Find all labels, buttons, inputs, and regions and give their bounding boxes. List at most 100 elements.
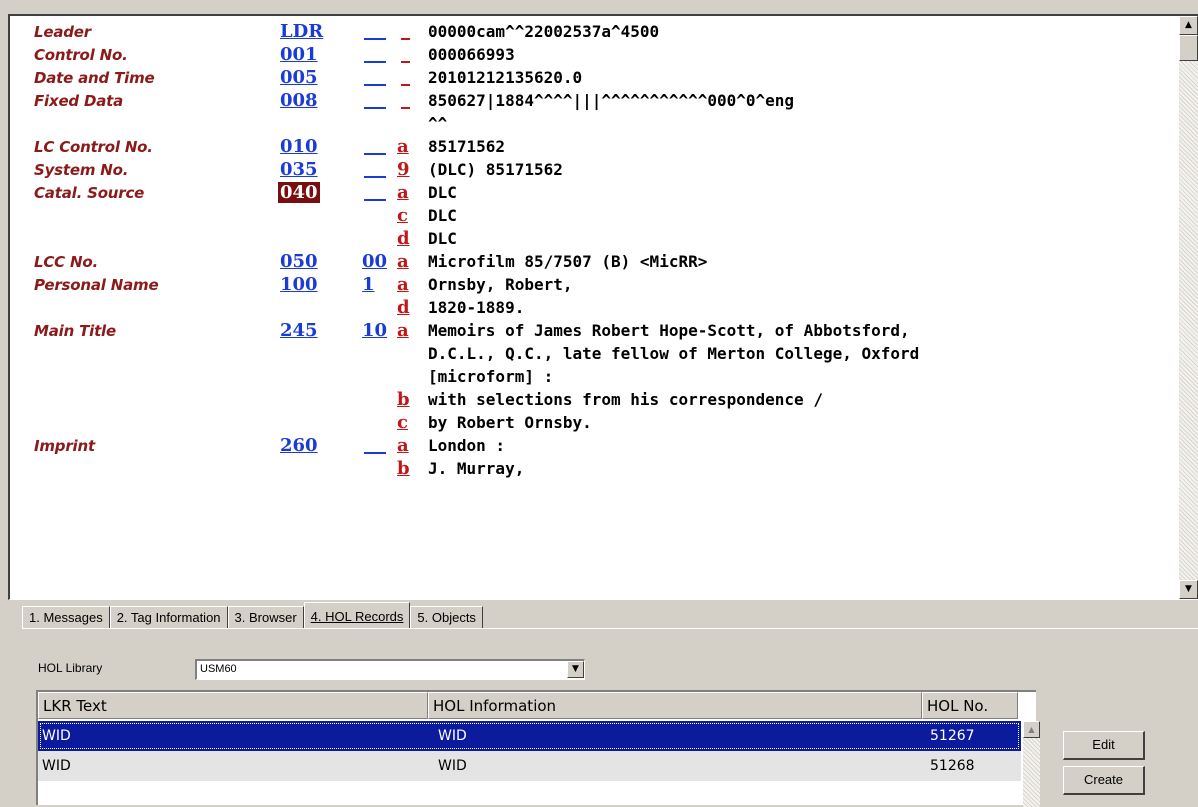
record-field-row[interactable]: Personal Name 100 1 a Ornsby, Robert, xyxy=(10,274,1175,297)
field-value[interactable]: 000066993 xyxy=(428,45,515,64)
field-indicator[interactable]: 1 xyxy=(362,274,375,295)
field-value[interactable]: DLC xyxy=(428,183,457,202)
field-tag[interactable]: 035 xyxy=(280,159,318,180)
record-field-row[interactable]: d 1820-1889. xyxy=(10,297,1175,320)
subfield-code[interactable]: d xyxy=(397,297,410,318)
indicator-blank[interactable] xyxy=(364,107,386,109)
indicator-blank[interactable] xyxy=(364,452,386,454)
record-field-row[interactable]: Leader LDR 00000cam^^22002537a^4500 xyxy=(10,21,1175,44)
field-value[interactable]: London : xyxy=(428,436,505,455)
indicator-blank[interactable] xyxy=(364,199,386,201)
indicator-blank[interactable] xyxy=(364,176,386,178)
record-field-row[interactable]: c by Robert Ornsby. xyxy=(10,412,1175,435)
chevron-down-icon[interactable]: ▼ xyxy=(567,661,584,678)
field-value[interactable]: by Robert Ornsby. xyxy=(428,413,592,432)
subfield-blank[interactable] xyxy=(401,38,410,40)
subfield-code[interactable]: 9 xyxy=(397,159,410,180)
column-header-hol-no[interactable]: HOL No. xyxy=(922,692,1018,719)
field-value[interactable]: 00000cam^^22002537a^4500 xyxy=(428,22,659,41)
field-tag[interactable]: 245 xyxy=(280,320,318,341)
column-header-lkr-text[interactable]: LKR Text xyxy=(38,692,428,719)
field-tag[interactable]: 050 xyxy=(280,251,318,272)
indicator-blank[interactable] xyxy=(364,153,386,155)
record-field-row[interactable]: Date and Time 005 20101212135620.0 xyxy=(10,67,1175,90)
field-value[interactable]: D.C.L., Q.C., late fellow of Merton Coll… xyxy=(428,344,919,363)
record-field-row[interactable]: [microform] : xyxy=(10,366,1175,389)
record-field-row[interactable]: b J. Murray, xyxy=(10,458,1175,481)
field-value[interactable]: 1820-1889. xyxy=(428,298,524,317)
field-value[interactable]: Memoirs of James Robert Hope-Scott, of A… xyxy=(428,321,910,340)
marc-record-editor[interactable]: Leader LDR 00000cam^^22002537a^4500 Control… xyxy=(8,14,1198,600)
field-tag[interactable]: 001 xyxy=(280,44,318,65)
field-tag[interactable]: 100 xyxy=(280,274,318,295)
indicator-blank[interactable] xyxy=(364,38,386,40)
subfield-code[interactable]: b xyxy=(397,458,410,479)
subfield-blank[interactable] xyxy=(401,84,410,86)
record-field-row[interactable]: Fixed Data 008 850627|1884^^^^|||^^^^^^^^^… xyxy=(10,90,1175,113)
subfield-code[interactable]: a xyxy=(397,320,409,341)
field-tag[interactable]: 260 xyxy=(280,435,318,456)
tab-messages[interactable]: 1. Messages xyxy=(22,606,110,628)
record-field-row[interactable]: b with selections from his correspondence… xyxy=(10,389,1175,412)
record-field-row[interactable]: Catal. Source 040 a DLC xyxy=(10,182,1175,205)
field-value[interactable]: Ornsby, Robert, xyxy=(428,275,573,294)
field-tag[interactable]: 040 xyxy=(278,182,320,203)
edit-button[interactable]: Edit xyxy=(1063,731,1145,760)
record-field-row[interactable]: System No. 035 9 (DLC) 85171562 xyxy=(10,159,1175,182)
scroll-up-icon[interactable]: ▲ xyxy=(1179,16,1198,35)
field-value[interactable]: ^^ xyxy=(428,114,447,133)
field-value[interactable]: DLC xyxy=(428,229,457,248)
record-field-row[interactable]: ^^ xyxy=(10,113,1175,136)
subfield-code[interactable]: d xyxy=(397,228,410,249)
indicator-blank[interactable] xyxy=(364,84,386,86)
record-field-row[interactable]: LC Control No. 010 a 85171562 xyxy=(10,136,1175,159)
column-header-hol-information[interactable]: HOL Information xyxy=(428,692,922,719)
field-value[interactable]: J. Murray, xyxy=(428,459,524,478)
scroll-thumb[interactable] xyxy=(1179,35,1198,61)
field-tag[interactable]: 010 xyxy=(280,136,318,157)
field-value[interactable]: Microfilm 85/7507 (B) <MicRR> xyxy=(428,252,707,271)
scroll-up-icon[interactable]: ▲ xyxy=(1023,721,1040,738)
record-field-row[interactable]: LCC No. 050 00 a Microfilm 85/7507 (B) <MicR… xyxy=(10,251,1175,274)
subfield-code[interactable]: a xyxy=(397,251,409,272)
field-indicator[interactable]: 00 xyxy=(362,251,387,272)
tab-browser[interactable]: 3. Browser xyxy=(227,606,304,628)
record-field-row[interactable]: Control No. 001 000066993 xyxy=(10,44,1175,67)
create-button[interactable]: Create xyxy=(1063,766,1145,795)
record-field-row[interactable]: d DLC xyxy=(10,228,1175,251)
field-value[interactable]: DLC xyxy=(428,206,457,225)
record-field-row[interactable]: Imprint 260 a London : xyxy=(10,435,1175,458)
field-value[interactable]: with selections from his correspondence … xyxy=(428,390,823,409)
record-field-row[interactable]: c DLC xyxy=(10,205,1175,228)
subfield-code[interactable]: a xyxy=(397,435,409,456)
tab-objects[interactable]: 5. Objects xyxy=(410,606,483,628)
scroll-down-icon[interactable]: ▼ xyxy=(1179,580,1198,599)
table-row[interactable]: WID WID 51268 xyxy=(38,751,1021,781)
indicator-blank[interactable] xyxy=(364,61,386,63)
subfield-code[interactable]: c xyxy=(397,205,408,226)
subfield-code[interactable]: b xyxy=(397,389,410,410)
subfield-blank[interactable] xyxy=(401,61,410,63)
field-value[interactable]: 20101212135620.0 xyxy=(428,68,582,87)
field-tag[interactable]: 005 xyxy=(280,67,318,88)
field-indicator[interactable]: 10 xyxy=(362,320,387,341)
tab-tag-information[interactable]: 2. Tag Information xyxy=(109,606,228,628)
subfield-blank[interactable] xyxy=(401,107,410,109)
subfield-code[interactable]: c xyxy=(397,412,408,433)
field-value[interactable]: [microform] : xyxy=(428,367,553,386)
record-field-row[interactable]: Main Title 245 10 a Memoirs of James Robert … xyxy=(10,320,1175,343)
record-field-row[interactable]: D.C.L., Q.C., late fellow of Merton Coll… xyxy=(10,343,1175,366)
subfield-code[interactable]: a xyxy=(397,274,409,295)
hol-library-select[interactable]: USM60 ▼ xyxy=(195,659,585,680)
field-tag[interactable]: 008 xyxy=(280,90,318,111)
field-value[interactable]: 850627|1884^^^^|||^^^^^^^^^^^000^0^eng xyxy=(428,91,794,110)
field-value[interactable]: (DLC) 85171562 xyxy=(428,160,563,179)
tab-hol-records[interactable]: 4. HOL Records xyxy=(303,602,411,628)
editor-scrollbar[interactable]: ▲ ▼ xyxy=(1179,16,1198,599)
table-scrollbar[interactable]: ▲ xyxy=(1023,721,1040,807)
subfield-code[interactable]: a xyxy=(397,182,409,203)
field-tag[interactable]: LDR xyxy=(280,21,323,42)
subfield-code[interactable]: a xyxy=(397,136,409,157)
field-value[interactable]: 85171562 xyxy=(428,137,505,156)
table-row[interactable]: WID WID 51267 xyxy=(38,721,1021,751)
